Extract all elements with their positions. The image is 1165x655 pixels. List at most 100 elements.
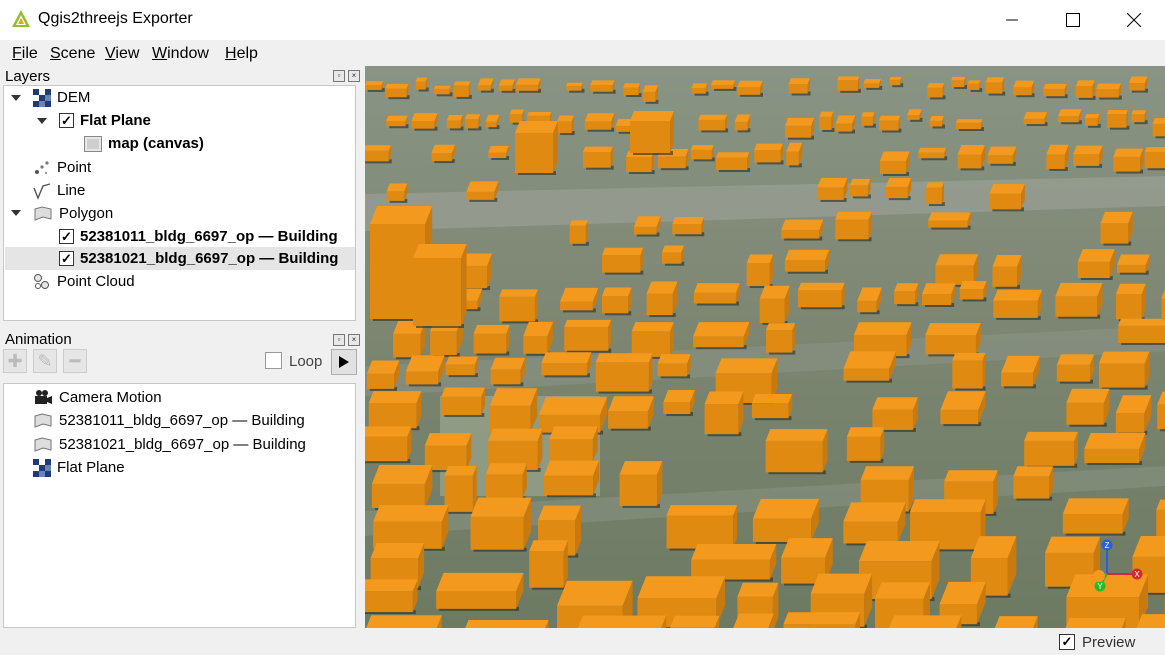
- preview-label: Preview: [1082, 634, 1136, 651]
- building-1-checkbox[interactable]: ✓: [59, 229, 74, 244]
- building-front: [928, 220, 968, 228]
- building-front: [835, 219, 869, 240]
- anim-item-building-2[interactable]: 52381021_bldg_6697_op — Building: [33, 433, 306, 456]
- menu-scene[interactable]: Scene: [50, 45, 95, 63]
- building-front: [872, 409, 913, 430]
- building-front: [691, 87, 706, 94]
- building-front: [583, 151, 611, 168]
- tree-item-map-canvas[interactable]: map (canvas): [84, 132, 204, 155]
- building-roof: [819, 111, 834, 117]
- building-front: [1056, 364, 1090, 382]
- preview-checkbox[interactable]: ✓: [1059, 634, 1075, 650]
- point-cloud-icon: [34, 273, 49, 289]
- float-icon[interactable]: ▫: [333, 70, 345, 82]
- building-roof: [849, 178, 871, 186]
- building-front: [445, 364, 475, 376]
- building-roof: [925, 323, 981, 336]
- building-front: [1043, 88, 1065, 97]
- animation-panel-title: Animation: [5, 331, 72, 348]
- building-roof: [663, 390, 695, 403]
- building-front: [615, 125, 630, 132]
- building-roof: [441, 387, 485, 397]
- building-roof: [929, 115, 944, 121]
- building-2-checkbox[interactable]: ✓: [59, 251, 74, 266]
- play-button[interactable]: [331, 349, 357, 375]
- building-roof: [693, 322, 750, 337]
- anim-item-building-1[interactable]: 52381011_bldg_6697_op — Building: [33, 409, 305, 432]
- building-front: [843, 368, 890, 381]
- building-front: [1066, 402, 1104, 425]
- building-front: [781, 229, 820, 239]
- building-front: [1096, 89, 1119, 98]
- building-front: [1144, 151, 1165, 169]
- float-icon[interactable]: ▫: [333, 334, 345, 346]
- building-roof: [885, 178, 912, 187]
- building-front: [464, 119, 479, 129]
- building-roof: [577, 615, 667, 628]
- building-front: [366, 373, 395, 389]
- close-button[interactable]: [1103, 0, 1165, 40]
- layers-panel-dock-buttons: ▫ ×: [333, 70, 360, 82]
- tree-item-point[interactable]: Point: [33, 156, 91, 179]
- menu-file[interactable]: File: [12, 45, 38, 63]
- maximize-button[interactable]: [1042, 0, 1104, 40]
- tree-item-label: Flat Plane: [57, 459, 125, 476]
- building-roof: [921, 283, 956, 295]
- building-front: [405, 371, 439, 385]
- building-front: [1157, 404, 1165, 430]
- expand-arrow-icon[interactable]: [37, 118, 47, 124]
- minimize-button[interactable]: [981, 0, 1043, 40]
- building-roof: [365, 145, 391, 151]
- expand-arrow-icon[interactable]: [11, 210, 21, 216]
- building-roof: [992, 255, 1022, 267]
- menu-view[interactable]: View: [105, 45, 139, 63]
- menu-bar: File Scene View Window Help: [0, 40, 1165, 68]
- building-front: [951, 80, 965, 88]
- building-side: [461, 244, 467, 326]
- building-roof: [666, 505, 738, 516]
- edit-keyframe-button[interactable]: ✎: [33, 349, 57, 373]
- building-roof: [488, 428, 543, 441]
- building-roof: [564, 319, 612, 327]
- building-roof: [541, 352, 592, 364]
- building-front: [490, 369, 521, 385]
- loop-checkbox[interactable]: [265, 352, 282, 369]
- tree-item-polygon[interactable]: Polygon: [33, 202, 113, 225]
- anim-item-camera-motion[interactable]: Camera Motion: [33, 386, 162, 409]
- anim-item-flat-plane[interactable]: Flat Plane: [33, 456, 125, 479]
- tree-item-line[interactable]: Line: [33, 179, 85, 202]
- tree-item-flat-plane[interactable]: ✓ Flat Plane: [59, 109, 151, 132]
- building-front: [765, 440, 823, 473]
- flat-plane-checkbox[interactable]: ✓: [59, 113, 74, 128]
- remove-keyframe-button[interactable]: ━: [63, 349, 87, 373]
- building-roof: [619, 461, 663, 475]
- building-roof: [879, 115, 901, 121]
- tree-item-dem[interactable]: DEM: [33, 86, 90, 109]
- tree-item-building-1[interactable]: ✓ 52381011_bldg_6697_op — Building: [59, 225, 338, 248]
- close-panel-icon[interactable]: ×: [348, 334, 360, 346]
- building-front: [927, 87, 943, 98]
- tree-item-point-cloud[interactable]: Point Cloud: [33, 270, 135, 293]
- building-front: [959, 288, 984, 300]
- building-roof: [1131, 110, 1147, 115]
- menu-help[interactable]: Help: [225, 45, 258, 63]
- building-roof: [783, 612, 861, 625]
- building-roof: [485, 463, 527, 475]
- building-roof: [515, 121, 558, 133]
- building-roof: [646, 281, 678, 294]
- menu-window[interactable]: Window: [152, 45, 209, 63]
- building-front: [704, 404, 739, 435]
- building-roof: [785, 117, 815, 126]
- close-panel-icon[interactable]: ×: [348, 70, 360, 82]
- building-front: [734, 121, 748, 131]
- 3d-preview-viewport[interactable]: Z X Y: [365, 66, 1165, 628]
- expand-arrow-icon[interactable]: [11, 95, 21, 101]
- building-front: [843, 521, 898, 544]
- add-keyframe-button[interactable]: ✚: [3, 349, 27, 373]
- building-roof: [967, 80, 981, 84]
- building-roof: [557, 580, 633, 606]
- building-roof: [1075, 80, 1095, 86]
- building-roof: [874, 582, 930, 599]
- tree-item-label: map (canvas): [108, 135, 204, 152]
- tree-item-building-2[interactable]: ✓ 52381021_bldg_6697_op — Building: [59, 247, 338, 270]
